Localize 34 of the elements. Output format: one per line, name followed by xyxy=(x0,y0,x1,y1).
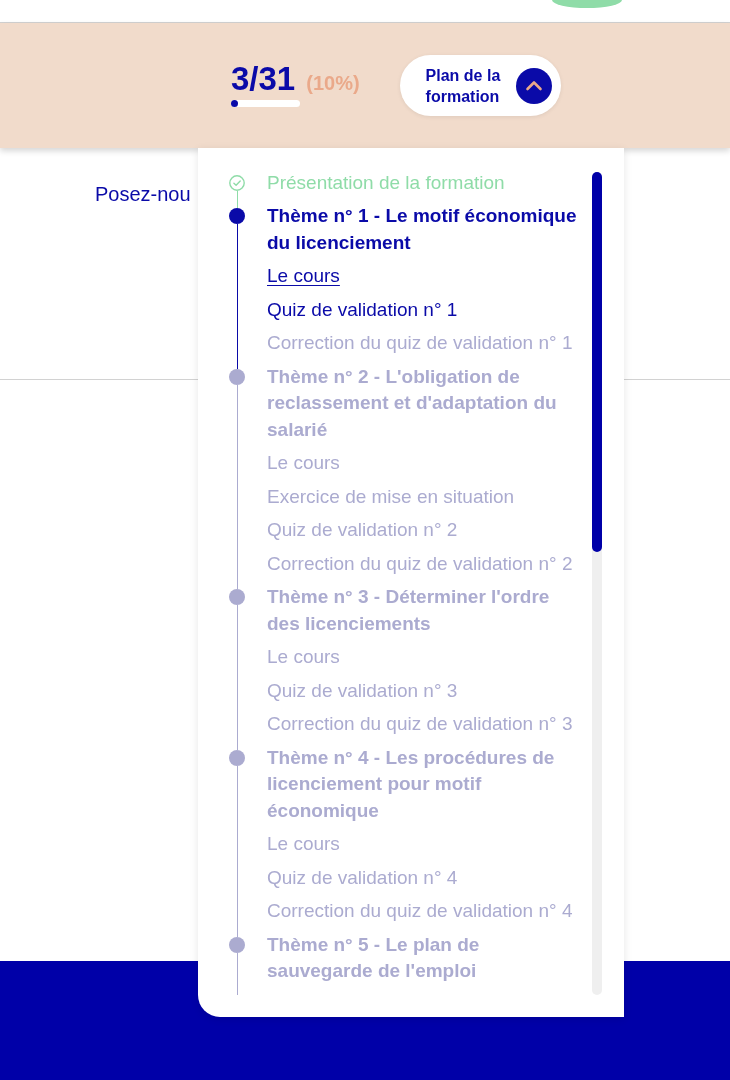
pill-button[interactable] xyxy=(552,0,622,8)
lesson-link[interactable]: Quiz de validation n° 1 xyxy=(267,293,458,327)
progress-percent: (10%) xyxy=(306,72,360,95)
progress-count: 3/31 xyxy=(231,62,296,96)
check-circle-icon xyxy=(229,174,245,191)
lesson-link[interactable]: Correction du quiz de validation n° 3 xyxy=(267,707,573,741)
lesson-link[interactable]: Le cours xyxy=(267,640,340,674)
lesson-link[interactable]: Quiz de validation n° 4 xyxy=(267,861,458,895)
timeline-dot-icon xyxy=(229,208,245,225)
timeline-dot-icon xyxy=(229,589,245,606)
lesson-link[interactable]: Quiz de validation n° 2 xyxy=(267,513,458,547)
section-title[interactable]: Présentation de la formation xyxy=(267,166,505,200)
timeline-connector xyxy=(236,952,238,995)
lesson-link[interactable]: Le cours xyxy=(267,259,340,293)
timeline-dot-icon xyxy=(229,936,245,953)
lesson-link[interactable]: Le cours xyxy=(267,446,340,480)
ask-us-text: Posez-nou xyxy=(95,182,191,207)
lesson-link[interactable]: Exercice de mise en situation xyxy=(267,480,515,514)
timeline-dot-icon xyxy=(229,368,245,385)
section-title[interactable]: Thème n° 4 - Les procédures de licenciement pour motif économique xyxy=(267,741,583,828)
section-title[interactable]: Thème n° 3 - Déterminer l'ordre des licenciements xyxy=(267,580,583,641)
lesson-link[interactable]: Quiz de validation n° 3 xyxy=(267,674,458,708)
timeline-dot-icon xyxy=(229,749,245,766)
timeline-connector xyxy=(236,190,238,209)
lesson-link[interactable]: Correction du quiz de validation n° 4 xyxy=(267,894,573,928)
lesson-link[interactable]: Correction du quiz de validation n° 1 xyxy=(267,326,573,360)
plan-button[interactable]: Plan de la formation xyxy=(399,55,561,116)
section-title[interactable]: Thème n° 1 - Le motif économique du licenciement xyxy=(267,199,583,260)
chevron-up-icon xyxy=(515,67,552,104)
section-title[interactable]: Thème n° 5 - Le plan de sauvegarde de l'emploi xyxy=(267,928,583,988)
lesson-link[interactable]: Le cours xyxy=(267,827,340,861)
section-title[interactable]: Thème n° 2 - L'obligation de reclassement et d'adaptation du salarié xyxy=(267,360,583,447)
lesson-link[interactable]: Correction du quiz de validation n° 2 xyxy=(267,547,573,581)
scrollbar-thumb[interactable] xyxy=(592,172,602,552)
